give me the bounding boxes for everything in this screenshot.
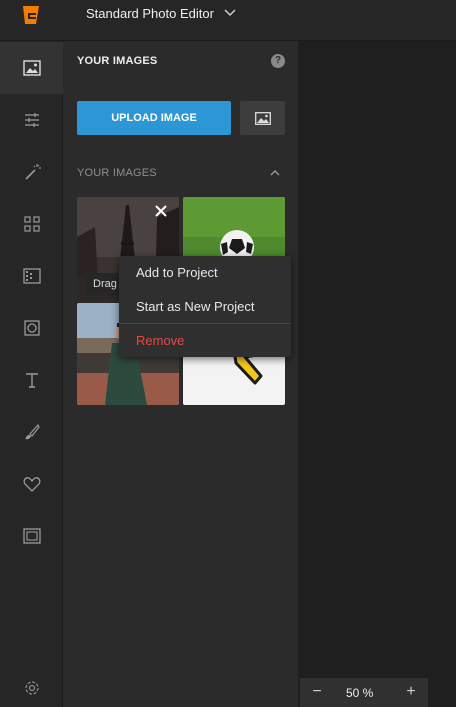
zoom-level: 50 % <box>346 686 374 700</box>
context-menu: Add to Project Start as New Project Remo… <box>119 256 291 357</box>
tool-favorites[interactable] <box>0 458 63 510</box>
image-library-button[interactable] <box>240 101 285 135</box>
close-icon[interactable] <box>153 203 169 219</box>
tool-effects[interactable] <box>0 146 63 198</box>
panel-title: YOUR IMAGES <box>77 55 158 67</box>
heart-icon <box>23 477 40 492</box>
tool-settings[interactable] <box>0 662 63 707</box>
zoom-bar: − 50 % + <box>300 678 428 707</box>
zoom-in-button[interactable]: + <box>404 684 418 700</box>
frame-icon <box>23 320 40 336</box>
help-icon[interactable]: ? <box>271 54 285 68</box>
brush-icon <box>24 423 40 440</box>
upload-image-button[interactable]: UPLOAD IMAGE <box>77 101 231 135</box>
gear-icon <box>24 681 39 695</box>
tool-textures[interactable] <box>0 250 63 302</box>
tool-rail <box>0 41 63 707</box>
tool-borders[interactable] <box>0 510 63 562</box>
image-icon <box>22 60 41 76</box>
app-logo[interactable] <box>20 4 42 26</box>
tool-text[interactable] <box>0 354 63 406</box>
sliders-icon <box>24 113 39 127</box>
section-heading: YOUR IMAGES <box>77 167 157 179</box>
menu-start-new-project[interactable]: Start as New Project <box>119 290 291 323</box>
tool-draw[interactable] <box>0 406 63 458</box>
menu-add-to-project[interactable]: Add to Project <box>119 256 291 289</box>
menu-remove[interactable]: Remove <box>119 324 291 357</box>
tool-layouts[interactable] <box>0 198 63 250</box>
image-icon <box>254 111 271 125</box>
tool-adjust[interactable] <box>0 94 63 146</box>
top-bar: Standard Photo Editor <box>0 0 456 41</box>
images-panel: YOUR IMAGES ? UPLOAD IMAGE YOUR IMAGES D… <box>63 41 298 707</box>
text-icon <box>25 373 38 388</box>
chevron-up-icon[interactable] <box>270 169 280 176</box>
grid-icon <box>23 216 40 232</box>
canvas-area[interactable] <box>298 41 456 678</box>
texture-icon <box>22 268 41 284</box>
tool-frames[interactable] <box>0 302 63 354</box>
zoom-out-button[interactable]: − <box>310 684 324 700</box>
magic-wand-icon <box>24 164 41 180</box>
border-icon <box>22 528 41 544</box>
chevron-down-icon[interactable] <box>224 9 236 17</box>
app-title[interactable]: Standard Photo Editor <box>86 6 214 21</box>
tool-images[interactable] <box>0 42 63 94</box>
